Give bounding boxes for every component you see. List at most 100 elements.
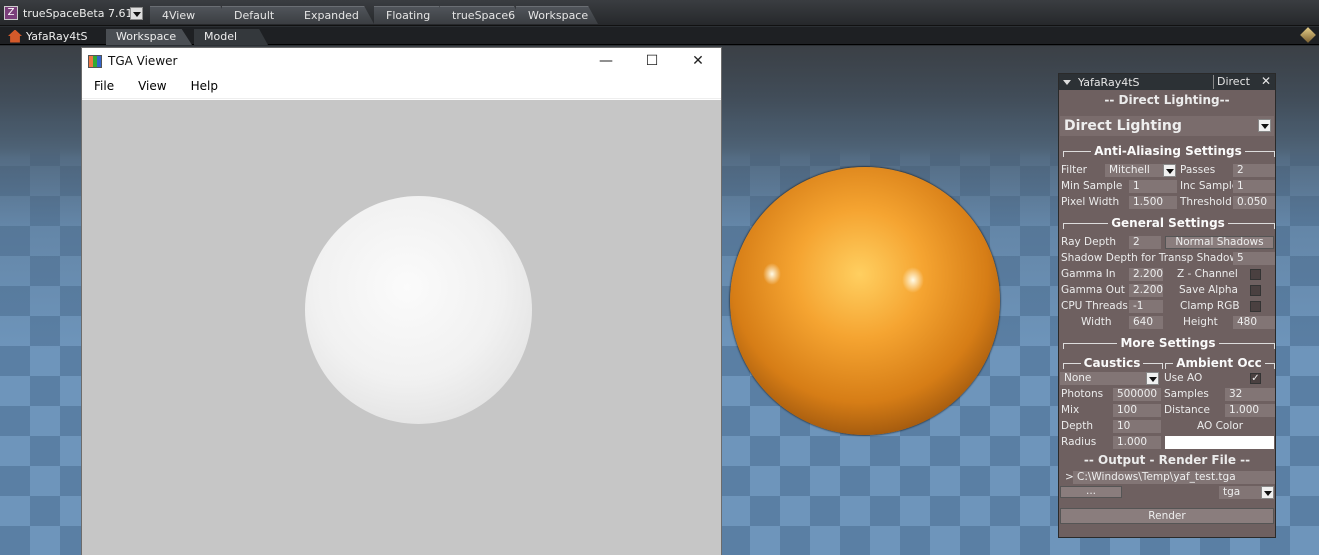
filter-label: Filter (1061, 164, 1088, 176)
threshold-field[interactable]: 0.050 (1233, 196, 1275, 209)
chevron-down-icon[interactable] (1261, 486, 1274, 499)
workspace-toolbar: Z trueSpaceBeta 7.61 4View Default Expan… (0, 0, 1319, 26)
tga-app-icon (88, 54, 102, 68)
passes-field[interactable]: 2 (1233, 164, 1275, 177)
use-ao-checkbox[interactable]: ✓ (1250, 373, 1261, 384)
yafaray-plugin[interactable]: YafaRay4tS (8, 27, 88, 45)
home-icon (8, 29, 22, 43)
tga-viewer-window: TGA Viewer — ☐ ✕ File View Help (81, 47, 722, 555)
tab-expanded[interactable]: Expanded (292, 6, 374, 24)
distance-label: Distance (1164, 404, 1210, 416)
plugin-label: YafaRay4tS (26, 29, 88, 43)
render-image (82, 100, 721, 555)
panel-header: -- Direct Lighting-- (1104, 93, 1230, 107)
tab-truespace6[interactable]: trueSpace6 (440, 6, 524, 24)
yafaray-panel: YafaRay4tS Direct ✕ -- Direct Lighting--… (1058, 73, 1276, 538)
panel-close-button[interactable]: ✕ (1261, 74, 1271, 88)
browse-button[interactable]: ... (1060, 486, 1122, 498)
use-ao-label: Use AO (1164, 372, 1203, 384)
collapse-icon[interactable] (1063, 79, 1071, 85)
min-sample-field[interactable]: 1 (1129, 180, 1177, 193)
pixel-width-label: Pixel Width (1061, 196, 1120, 208)
photons-field[interactable]: 500000 (1113, 388, 1161, 401)
inc-sample-label: Inc Sample (1180, 180, 1239, 192)
chevron-down-icon[interactable] (1146, 372, 1159, 385)
aa-section-title: Anti-Aliasing Settings (1063, 144, 1275, 158)
general-section-title: General Settings (1063, 216, 1275, 230)
menu-file[interactable]: File (82, 79, 126, 93)
photons-label: Photons (1061, 388, 1104, 400)
ray-depth-field[interactable]: 2 (1129, 236, 1161, 249)
menu-bar: File View Help (82, 74, 721, 99)
tab-floating[interactable]: Floating (374, 6, 448, 24)
minimize-button[interactable]: — (583, 48, 629, 74)
samples-field[interactable]: 32 (1225, 388, 1275, 401)
radius-field[interactable]: 1.000 (1113, 436, 1161, 449)
pixel-width-field[interactable]: 1.500 (1129, 196, 1177, 209)
caustics-select[interactable]: None (1060, 372, 1146, 385)
caustics-section-title: Caustics (1063, 356, 1163, 370)
gamma-out-field[interactable]: 2.200 (1129, 284, 1163, 297)
tool-icon[interactable] (1300, 27, 1316, 43)
tab-workspace[interactable]: Workspace (516, 6, 598, 24)
method-select[interactable]: Direct Lighting (1060, 116, 1274, 136)
shadow-depth-label: Shadow Depth for Transp Shadows (1061, 252, 1244, 264)
panel-titlebar[interactable]: YafaRay4tS Direct ✕ (1059, 74, 1275, 90)
distance-field[interactable]: 1.000 (1225, 404, 1275, 417)
menu-view[interactable]: View (126, 79, 178, 93)
ao-color-label: AO Color (1197, 420, 1244, 432)
gamma-in-field[interactable]: 2.200 (1129, 268, 1163, 281)
width-field[interactable]: 640 (1129, 316, 1163, 329)
mode-selector[interactable]: Direct (1213, 75, 1259, 89)
ray-depth-label: Ray Depth (1061, 236, 1117, 248)
workspace-dropdown-button[interactable] (130, 7, 143, 20)
app-title-label: trueSpaceBeta 7.61 (23, 6, 133, 20)
specular-highlight (902, 267, 924, 293)
app-title[interactable]: Z trueSpaceBeta 7.61 (4, 4, 132, 22)
tab-default[interactable]: Default (222, 6, 302, 24)
zchannel-checkbox[interactable] (1250, 269, 1261, 280)
clamp-rgb-checkbox[interactable] (1250, 301, 1261, 312)
clamp-rgb-label: Clamp RGB (1180, 300, 1240, 312)
save-alpha-label: Save Alpha (1179, 284, 1238, 296)
zchannel-label: Z - Channel (1177, 268, 1238, 280)
menu-help[interactable]: Help (179, 79, 230, 93)
chevron-down-icon[interactable] (1163, 164, 1176, 177)
output-section-title: -- Output - Render File -- (1083, 453, 1251, 467)
mix-label: Mix (1061, 404, 1080, 416)
cpu-threads-field[interactable]: -1 (1129, 300, 1163, 313)
passes-label: Passes (1180, 164, 1216, 176)
mix-field[interactable]: 100 (1113, 404, 1161, 417)
plugin-bar: YafaRay4tS Workspace Model (0, 27, 1319, 45)
maximize-button[interactable]: ☐ (629, 48, 675, 74)
samples-label: Samples (1164, 388, 1209, 400)
gamma-in-label: Gamma In (1061, 268, 1116, 280)
threshold-label: Threshold (1180, 196, 1232, 208)
tab-workspace-view[interactable]: Workspace (106, 29, 192, 45)
chevron-down-icon[interactable] (1258, 119, 1271, 132)
shadows-button[interactable]: Normal Shadows (1165, 236, 1274, 249)
gamma-out-label: Gamma Out (1061, 284, 1125, 296)
render-button[interactable]: Render (1060, 508, 1274, 524)
panel-title: YafaRay4tS (1078, 75, 1140, 89)
ao-color-swatch[interactable] (1165, 436, 1274, 449)
tab-4view[interactable]: 4View (150, 6, 230, 24)
height-field[interactable]: 480 (1233, 316, 1275, 329)
width-label: Width (1081, 316, 1112, 328)
window-title: TGA Viewer (108, 54, 178, 68)
save-alpha-checkbox[interactable] (1250, 285, 1261, 296)
more-section-title: More Settings (1063, 336, 1275, 350)
rendered-white-sphere (305, 196, 532, 424)
filter-select[interactable]: Mitchell (1105, 164, 1163, 177)
tab-model[interactable]: Model (194, 29, 268, 45)
ambient-section-title: Ambient Occ (1165, 356, 1275, 370)
output-path-field[interactable]: C:\Windows\Temp\yaf_test.tga (1073, 471, 1275, 484)
close-button[interactable]: ✕ (675, 48, 721, 74)
depth-field[interactable]: 10 (1113, 420, 1161, 433)
format-select[interactable]: tga (1219, 486, 1261, 499)
cpu-threads-label: CPU Threads (1061, 300, 1128, 312)
radius-label: Radius (1061, 436, 1097, 448)
shadow-depth-field[interactable]: 5 (1233, 252, 1275, 265)
inc-sample-field[interactable]: 1 (1233, 180, 1275, 193)
orange-sphere[interactable] (730, 167, 1000, 435)
